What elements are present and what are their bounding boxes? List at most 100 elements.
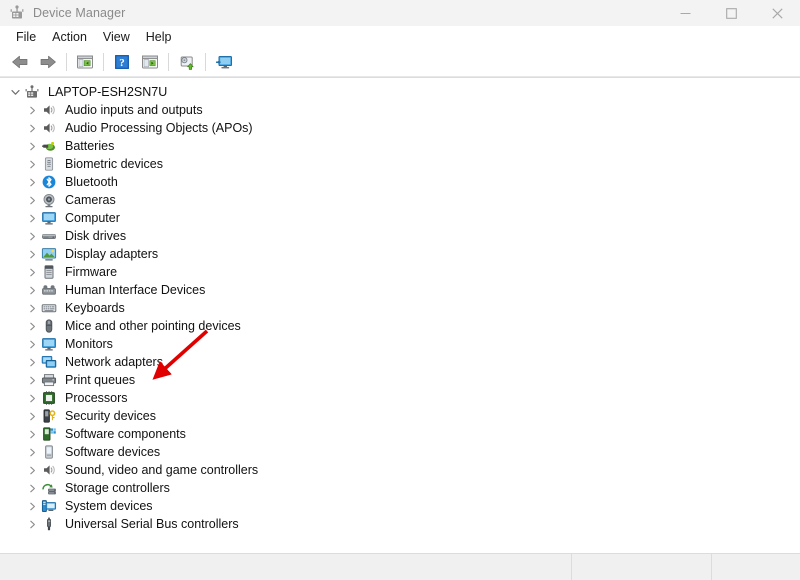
system-device-icon bbox=[41, 498, 57, 514]
tree-item-label: Universal Serial Bus controllers bbox=[65, 517, 239, 531]
device-manager-icon bbox=[9, 5, 25, 21]
tree-item-label: Display adapters bbox=[65, 247, 159, 261]
tree-item[interactable]: Print queues bbox=[0, 371, 800, 389]
chevron-right-icon[interactable] bbox=[25, 299, 39, 317]
tree-item[interactable]: Audio Processing Objects (APOs) bbox=[0, 119, 800, 137]
tree-root-item[interactable]: LAPTOP-ESH2SN7U bbox=[0, 83, 800, 101]
chevron-right-icon[interactable] bbox=[25, 443, 39, 461]
display-adapter-icon bbox=[41, 246, 57, 262]
back-button[interactable] bbox=[7, 50, 33, 74]
chevron-right-icon[interactable] bbox=[25, 515, 39, 533]
chevron-right-icon[interactable] bbox=[25, 173, 39, 191]
forward-button[interactable] bbox=[35, 50, 61, 74]
show-hide-console-tree-button[interactable] bbox=[72, 50, 98, 74]
tree-item[interactable]: System devices bbox=[0, 497, 800, 515]
chevron-right-icon[interactable] bbox=[25, 263, 39, 281]
chevron-right-icon[interactable] bbox=[25, 155, 39, 173]
chevron-right-icon[interactable] bbox=[25, 425, 39, 443]
chevron-right-icon[interactable] bbox=[25, 335, 39, 353]
close-button[interactable] bbox=[754, 0, 800, 26]
tree-item[interactable]: Universal Serial Bus controllers bbox=[0, 515, 800, 533]
tree-item[interactable]: Cameras bbox=[0, 191, 800, 209]
chevron-right-icon[interactable] bbox=[25, 191, 39, 209]
close-icon bbox=[771, 7, 783, 19]
status-pane-tertiary bbox=[711, 554, 800, 580]
chevron-right-icon[interactable] bbox=[25, 497, 39, 515]
tree-item[interactable]: Batteries bbox=[0, 137, 800, 155]
chevron-right-icon[interactable] bbox=[25, 281, 39, 299]
tree-item-label: Mice and other pointing devices bbox=[65, 319, 241, 333]
chevron-right-icon[interactable] bbox=[25, 353, 39, 371]
tree-item-label: Software components bbox=[65, 427, 186, 441]
tree-item[interactable]: Disk drives bbox=[0, 227, 800, 245]
chevron-right-icon[interactable] bbox=[25, 245, 39, 263]
properties-button[interactable] bbox=[137, 50, 163, 74]
window-title: Device Manager bbox=[33, 6, 126, 20]
console-tree-icon bbox=[77, 55, 93, 69]
speaker-icon bbox=[41, 462, 57, 478]
tree-item[interactable]: Processors bbox=[0, 389, 800, 407]
tree-item-label: Batteries bbox=[65, 139, 115, 153]
chevron-right-icon[interactable] bbox=[25, 137, 39, 155]
tree-item-label: Sound, video and game controllers bbox=[65, 463, 259, 477]
chevron-right-icon[interactable] bbox=[25, 371, 39, 389]
chevron-right-icon[interactable] bbox=[25, 101, 39, 119]
menu-view[interactable]: View bbox=[95, 27, 138, 47]
chevron-right-icon[interactable] bbox=[25, 119, 39, 137]
monitor-icon bbox=[41, 336, 57, 352]
maximize-icon bbox=[725, 7, 737, 19]
help-button[interactable]: ? bbox=[109, 50, 135, 74]
tree-item[interactable]: Display adapters bbox=[0, 245, 800, 263]
tree-item[interactable]: Monitors bbox=[0, 335, 800, 353]
tree-item[interactable]: Human Interface Devices bbox=[0, 281, 800, 299]
tree-item[interactable]: Audio inputs and outputs bbox=[0, 101, 800, 119]
chevron-right-icon[interactable] bbox=[25, 479, 39, 497]
tree-item[interactable]: Security devices bbox=[0, 407, 800, 425]
toolbar-separator bbox=[103, 53, 104, 71]
toolbar: ? bbox=[0, 48, 800, 77]
tree-item-label: Storage controllers bbox=[65, 481, 170, 495]
security-key-icon bbox=[41, 408, 57, 424]
tree-item-label: Monitors bbox=[65, 337, 113, 351]
tree-item[interactable]: Network adapters bbox=[0, 353, 800, 371]
menu-file[interactable]: File bbox=[8, 27, 44, 47]
chevron-right-icon[interactable] bbox=[25, 209, 39, 227]
tree-item[interactable]: Software components bbox=[0, 425, 800, 443]
tree-item-label: Software devices bbox=[65, 445, 161, 459]
tree-item[interactable]: Sound, video and game controllers bbox=[0, 461, 800, 479]
minimize-button[interactable] bbox=[662, 0, 708, 26]
menu-help[interactable]: Help bbox=[138, 27, 180, 47]
usb-icon bbox=[41, 516, 57, 532]
tree-item-label: Keyboards bbox=[65, 301, 125, 315]
device-tree-panel[interactable]: LAPTOP-ESH2SN7U Audio inputs and outputs… bbox=[0, 77, 800, 553]
firmware-icon bbox=[41, 264, 57, 280]
tree-item[interactable]: Bluetooth bbox=[0, 173, 800, 191]
chevron-down-icon[interactable] bbox=[8, 83, 22, 101]
maximize-button[interactable] bbox=[708, 0, 754, 26]
tree-item-label: Human Interface Devices bbox=[65, 283, 206, 297]
tree-item[interactable]: Computer bbox=[0, 209, 800, 227]
tree-item[interactable]: Biometric devices bbox=[0, 155, 800, 173]
tree-root-label: LAPTOP-ESH2SN7U bbox=[48, 85, 168, 99]
tree-item[interactable]: Storage controllers bbox=[0, 479, 800, 497]
menu-action[interactable]: Action bbox=[44, 27, 95, 47]
tree-item-label: Disk drives bbox=[65, 229, 127, 243]
tree-item[interactable]: Software devices bbox=[0, 443, 800, 461]
device-tree: LAPTOP-ESH2SN7U Audio inputs and outputs… bbox=[0, 78, 800, 533]
tree-item-label: System devices bbox=[65, 499, 153, 513]
titlebar: Device Manager bbox=[0, 0, 800, 26]
tree-item[interactable]: Firmware bbox=[0, 263, 800, 281]
tree-item[interactable]: Mice and other pointing devices bbox=[0, 317, 800, 335]
update-driver-button[interactable] bbox=[211, 50, 237, 74]
tree-item[interactable]: Keyboards bbox=[0, 299, 800, 317]
tree-item-label: Audio inputs and outputs bbox=[65, 103, 203, 117]
chevron-right-icon[interactable] bbox=[25, 227, 39, 245]
chevron-right-icon[interactable] bbox=[25, 317, 39, 335]
chevron-right-icon[interactable] bbox=[25, 407, 39, 425]
monitor-device-icon bbox=[216, 56, 232, 69]
speaker-icon bbox=[41, 120, 57, 136]
chevron-right-icon[interactable] bbox=[25, 461, 39, 479]
scan-for-hardware-changes-button[interactable] bbox=[174, 50, 200, 74]
network-adapter-icon bbox=[41, 354, 57, 370]
chevron-right-icon[interactable] bbox=[25, 389, 39, 407]
